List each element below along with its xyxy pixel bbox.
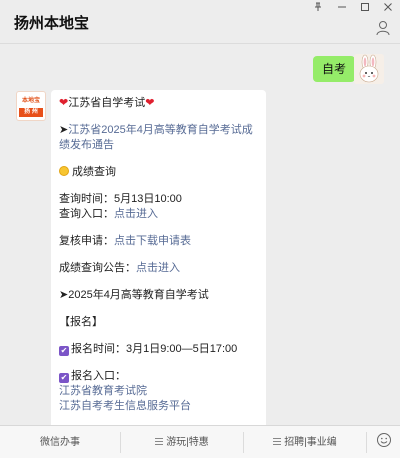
bot-avatar-logo-text: 本地宝 (21, 98, 40, 104)
title-bar: 扬州本地宝 (0, 0, 400, 44)
announcement-label: 成绩查询公告： (59, 262, 136, 274)
query-entry-line: 查询入口：点击进入 (59, 207, 258, 222)
query-time-line: 查询时间：5月13日10:00 (59, 192, 258, 207)
menu-item-wechat-services[interactable]: 微信办事 (0, 426, 120, 458)
bot-avatar-city-label: 扬 州 (19, 108, 43, 117)
reply-heading: 江苏省自学考试 (68, 97, 146, 109)
bot-reply-bubble: ❤江苏省自学考试❤ ➤江苏省2025年4月高等教育自学考试成绩发布通告 成绩查询… (51, 90, 266, 425)
person-icon[interactable] (376, 20, 390, 36)
menu-item-label: 游玩|特惠 (166, 437, 209, 448)
checkbox-icon: ✔ (59, 373, 69, 383)
exam-title: 2025年4月高等教育自学考试 (68, 289, 209, 301)
menu-list-icon (155, 438, 164, 445)
registration-time-line: ✔ 报名时间：3月1日9:00—5日17:00 (59, 342, 258, 357)
heart-icon: ❤ (59, 97, 69, 109)
checkbox-icon: ✔ (59, 346, 69, 356)
menu-list-icon (273, 438, 282, 445)
arrow-icon: ➤ (59, 124, 69, 136)
registration-link-exam-institute[interactable]: 江苏省教育考试院 (59, 384, 258, 399)
review-link[interactable]: 点击下载申请表 (114, 235, 191, 247)
close-icon[interactable] (378, 2, 398, 15)
registration-time-value: 3月1日9:00—5日17:00 (126, 343, 238, 355)
query-time-label: 查询时间： (59, 193, 114, 205)
announcement-link[interactable]: 点击进入 (136, 262, 180, 274)
menu-divider (366, 432, 367, 453)
review-label: 复核申请： (59, 235, 114, 247)
query-entry-label: 查询入口： (59, 208, 114, 220)
arrow-icon: ➤ (59, 289, 69, 301)
registration-entry-line: ✔ 报名入口： (59, 369, 258, 384)
chat-area[interactable]: 自考 本地宝 扬 州 ❤江苏省自学考试❤ ➤江苏省2025年4月高等教育自学考试… (0, 44, 400, 425)
heart-icon: ❤ (145, 97, 155, 109)
bottom-menu: 微信办事 游玩|特惠 招聘|事业编 (0, 425, 400, 458)
score-query-title-line: 成绩查询 (59, 165, 258, 180)
smile-icon[interactable] (376, 432, 392, 448)
registration-link-info-platform[interactable]: 江苏自考考生信息服务平台 (59, 399, 258, 414)
registration-header: 【报名】 (59, 316, 103, 328)
menu-item-travel-deals[interactable]: 游玩|特惠 (121, 426, 243, 458)
score-query-title: 成绩查询 (72, 166, 116, 178)
menu-item-jobs[interactable]: 招聘|事业编 (244, 426, 366, 458)
announcement-line: 成绩查询公告：点击进入 (59, 261, 258, 276)
minimize-icon[interactable] (332, 2, 352, 15)
review-line: 复核申请：点击下载申请表 (59, 234, 258, 249)
chat-title: 扬州本地宝 (14, 15, 90, 32)
bot-avatar[interactable]: 本地宝 扬 州 (16, 91, 46, 121)
query-entry-link[interactable]: 点击进入 (114, 208, 158, 220)
user-avatar[interactable] (354, 54, 384, 84)
reply-heading-line: ❤江苏省自学考试❤ (59, 96, 258, 111)
registration-entry-label: 报名入口： (71, 370, 126, 382)
notice-link[interactable]: 江苏省2025年4月高等教育自学考试成绩发布通告 (59, 124, 253, 151)
pin-icon[interactable] (308, 2, 328, 15)
exam-title-line: ➤2025年4月高等教育自学考试 (59, 288, 258, 303)
maximize-icon[interactable] (355, 2, 375, 15)
menu-item-label: 招聘|事业编 (284, 437, 337, 448)
yellow-circle-icon (59, 166, 69, 176)
query-time-value: 5月13日10:00 (114, 193, 182, 205)
user-message-bubble[interactable]: 自考 (313, 56, 361, 82)
menu-item-label: 微信办事 (40, 437, 80, 448)
registration-time-label: 报名时间： (71, 343, 126, 355)
